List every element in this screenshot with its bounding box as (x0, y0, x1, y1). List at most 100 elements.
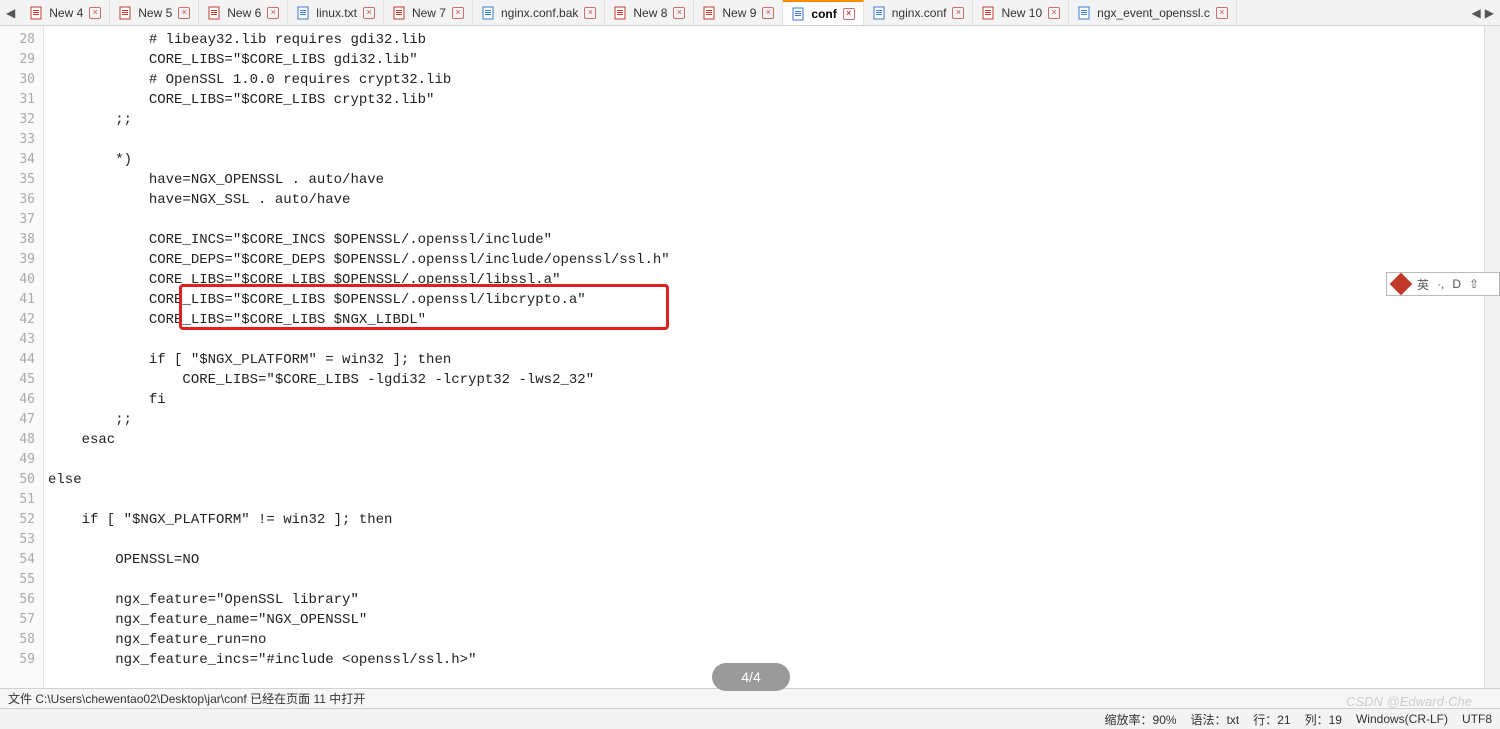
code-line[interactable]: ngx_feature_name="NGX_OPENSSL" (48, 610, 1484, 630)
ime-logo-icon (1390, 273, 1413, 296)
code-line[interactable] (48, 130, 1484, 150)
close-icon[interactable]: × (267, 7, 279, 19)
tab-nginx-conf-bak[interactable]: nginx.conf.bak× (473, 0, 605, 25)
file-icon (296, 6, 310, 20)
line-number: 48 (0, 430, 35, 450)
line-number: 36 (0, 190, 35, 210)
line-number: 29 (0, 50, 35, 70)
tab-new-5[interactable]: New 5× (110, 0, 199, 25)
code-line[interactable]: ;; (48, 110, 1484, 130)
code-line[interactable]: esac (48, 430, 1484, 450)
line-number: 57 (0, 610, 35, 630)
tab-new-4[interactable]: New 4× (21, 0, 110, 25)
code-line[interactable] (48, 530, 1484, 550)
ime-lang: 英 (1417, 276, 1429, 293)
ime-sep: ·, (1437, 277, 1444, 291)
code-line[interactable]: CORE_LIBS="$CORE_LIBS gdi32.lib" (48, 50, 1484, 70)
tab-new-6[interactable]: New 6 × (199, 0, 288, 25)
status-bar-message: 文件 C:\Users\chewentao02\Desktop\jar\conf… (0, 688, 1500, 708)
file-icon (872, 6, 886, 20)
code-line[interactable]: CORE_INCS="$CORE_INCS $OPENSSL/.openssl/… (48, 230, 1484, 250)
tab-new-8[interactable]: New 8 × (605, 0, 694, 25)
tab-scroll-left2-icon[interactable]: ◀ (1470, 6, 1483, 20)
line-number: 47 (0, 410, 35, 430)
close-icon[interactable]: × (673, 7, 685, 19)
code-area[interactable]: # libeay32.lib requires gdi32.lib CORE_L… (44, 26, 1484, 688)
close-icon[interactable]: × (952, 7, 964, 19)
syntax-field: 语法：txt (1191, 711, 1240, 728)
tab-nginx-conf[interactable]: nginx.conf × (864, 0, 974, 25)
tab-label: New 8 (633, 6, 667, 20)
line-number: 52 (0, 510, 35, 530)
code-line[interactable]: fi (48, 390, 1484, 410)
tab-linux-txt[interactable]: linux.txt× (288, 0, 384, 25)
line-number: 40 (0, 270, 35, 290)
code-line[interactable]: ngx_feature="OpenSSL library" (48, 590, 1484, 610)
code-line[interactable]: CORE_DEPS="$CORE_DEPS $OPENSSL/.openssl/… (48, 250, 1484, 270)
code-line[interactable]: have=NGX_OPENSSL . auto/have (48, 170, 1484, 190)
line-number: 38 (0, 230, 35, 250)
close-icon[interactable]: × (363, 7, 375, 19)
line-number: 37 (0, 210, 35, 230)
line-number: 45 (0, 370, 35, 390)
line-number: 32 (0, 110, 35, 130)
code-line[interactable]: if [ "$NGX_PLATFORM" = win32 ]; then (48, 350, 1484, 370)
code-line[interactable]: CORE_LIBS="$CORE_LIBS crypt32.lib" (48, 90, 1484, 110)
close-icon[interactable]: × (1048, 7, 1060, 19)
tab-ngx-event-openssl-c[interactable]: ngx_event_openssl.c × (1069, 0, 1237, 25)
code-line[interactable]: CORE_LIBS="$CORE_LIBS $OPENSSL/.openssl/… (48, 270, 1484, 290)
code-line[interactable]: else (48, 470, 1484, 490)
eol-field: Windows(CR-LF) (1356, 712, 1448, 726)
tab-scroll-left-icon[interactable]: ◀ (4, 6, 17, 20)
code-line[interactable]: ngx_feature_run=no (48, 630, 1484, 650)
code-line[interactable] (48, 570, 1484, 590)
line-number: 51 (0, 490, 35, 510)
close-icon[interactable]: × (89, 7, 101, 19)
line-number: 35 (0, 170, 35, 190)
ime-shift-icon: ⇧ (1469, 277, 1479, 291)
line-field: 行：21 (1253, 711, 1290, 728)
code-line[interactable]: if [ "$NGX_PLATFORM" != win32 ]; then (48, 510, 1484, 530)
code-line[interactable] (48, 210, 1484, 230)
tab-label: nginx.conf (892, 6, 947, 20)
code-line[interactable]: OPENSSL=NO (48, 550, 1484, 570)
tab-new-9[interactable]: New 9× (694, 0, 783, 25)
ime-floater[interactable]: 英 ·, D ⇧ (1386, 272, 1500, 296)
tab-label: ngx_event_openssl.c (1097, 6, 1210, 20)
tab-label: New 6 (227, 6, 261, 20)
tab-new-10[interactable]: New 10 × (973, 0, 1069, 25)
tab-label: New 10 (1001, 6, 1042, 20)
close-icon[interactable]: × (584, 7, 596, 19)
close-icon[interactable]: × (843, 8, 855, 20)
code-line[interactable]: *) (48, 150, 1484, 170)
code-line[interactable] (48, 330, 1484, 350)
code-line[interactable]: CORE_LIBS="$CORE_LIBS -lgdi32 -lcrypt32 … (48, 370, 1484, 390)
code-line[interactable]: CORE_LIBS="$CORE_LIBS $NGX_LIBDL" (48, 310, 1484, 330)
line-number: 28 (0, 30, 35, 50)
code-line[interactable] (48, 450, 1484, 470)
tab-new-7[interactable]: New 7 × (384, 0, 473, 25)
code-line[interactable]: CORE_LIBS="$CORE_LIBS $OPENSSL/.openssl/… (48, 290, 1484, 310)
code-line[interactable]: # OpenSSL 1.0.0 requires crypt32.lib (48, 70, 1484, 90)
close-icon[interactable]: × (762, 7, 774, 19)
vertical-scrollbar[interactable] (1484, 26, 1500, 688)
file-icon (481, 6, 495, 20)
tab-label: conf (811, 7, 836, 21)
line-number: 39 (0, 250, 35, 270)
line-number: 55 (0, 570, 35, 590)
close-icon[interactable]: × (452, 7, 464, 19)
tab-label: New 7 (412, 6, 446, 20)
tab-conf[interactable]: conf × (783, 0, 863, 26)
tab-scroll-right-icon[interactable]: ▶ (1483, 6, 1496, 20)
line-number: 41 (0, 290, 35, 310)
file-icon (702, 6, 716, 20)
code-line[interactable]: have=NGX_SSL . auto/have (48, 190, 1484, 210)
code-line[interactable] (48, 490, 1484, 510)
line-number: 54 (0, 550, 35, 570)
close-icon[interactable]: × (178, 7, 190, 19)
zoom-field: 缩放率：90% (1105, 711, 1177, 728)
close-icon[interactable]: × (1216, 7, 1228, 19)
code-line[interactable]: # libeay32.lib requires gdi32.lib (48, 30, 1484, 50)
code-line[interactable]: ;; (48, 410, 1484, 430)
file-icon (29, 6, 43, 20)
